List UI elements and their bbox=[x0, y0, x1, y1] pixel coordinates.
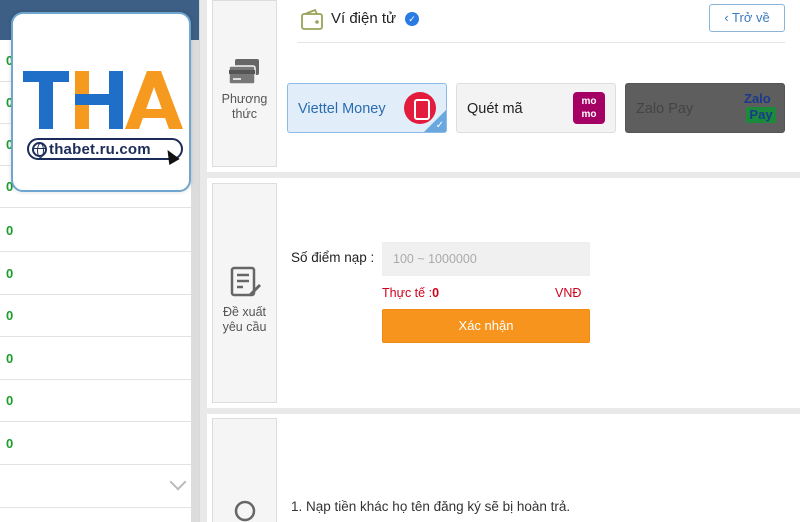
divider bbox=[297, 42, 785, 43]
chevron-down-icon[interactable] bbox=[169, 473, 187, 491]
check-icon: ✓ bbox=[435, 120, 444, 131]
section-label-text-1: Phương bbox=[221, 92, 268, 106]
list-item-value: 0 bbox=[6, 436, 14, 451]
list-item[interactable]: 0 bbox=[0, 295, 192, 337]
payment-method-panel: Phương thức Ví điện tử ✓ ‹ Trở về Viette… bbox=[207, 0, 800, 172]
section-label-text-1: Đề xuất bbox=[222, 305, 267, 319]
verified-check-icon: ✓ bbox=[405, 12, 419, 26]
back-button-label: Trở về bbox=[732, 10, 770, 25]
momo-icon: mo mo bbox=[573, 92, 605, 124]
list-item[interactable]: 0 bbox=[0, 423, 192, 465]
notes-panel: 1. Nạp tiền khác họ tên đăng ký sẽ bị ho… bbox=[207, 414, 800, 522]
actual-label: Thực tế : bbox=[382, 286, 433, 300]
chevron-left-icon: ‹ bbox=[724, 10, 733, 25]
section-label-text-2: yêu cầu bbox=[222, 320, 267, 334]
confirm-button[interactable]: Xác nhận bbox=[382, 309, 590, 343]
credit-card-icon bbox=[227, 59, 259, 85]
method-label: Zalo Pay bbox=[636, 101, 694, 117]
logo-url-badge: thabet.ru.com bbox=[27, 138, 183, 160]
section-label-text-2: thức bbox=[231, 107, 258, 121]
globe-icon bbox=[32, 142, 47, 158]
method-label: Viettel Money bbox=[298, 101, 386, 117]
list-item[interactable]: 0 bbox=[0, 380, 192, 422]
expand-row[interactable] bbox=[0, 466, 192, 508]
zalopay-icon: Zalo Pay bbox=[744, 91, 778, 125]
list-item-value: 0 bbox=[6, 223, 14, 238]
lightbulb-icon bbox=[234, 500, 255, 522]
method-zalo-pay[interactable]: Zalo Pay Zalo Pay bbox=[625, 83, 785, 133]
points-label: Số điểm nạp : bbox=[291, 250, 375, 265]
list-item[interactable]: 0 bbox=[0, 338, 192, 380]
back-button[interactable]: ‹ Trở về bbox=[709, 4, 785, 32]
sidebar-scrollbar[interactable] bbox=[191, 40, 199, 522]
list-item-value: 0 bbox=[6, 351, 14, 366]
method-quet-ma[interactable]: Quét mã mo mo bbox=[456, 83, 616, 133]
list-item-value: 0 bbox=[6, 266, 14, 281]
tha-logo-icon bbox=[23, 71, 183, 129]
logo-url-text: thabet.ru.com bbox=[49, 141, 151, 158]
request-panel: Đề xuất yêu cầu Số điểm nạp : 100 ~ 1000… bbox=[207, 178, 800, 408]
points-input[interactable]: 100 ~ 1000000 bbox=[382, 242, 590, 276]
actual-amount: Thực tế :0 bbox=[382, 286, 439, 300]
list-item[interactable]: 0 bbox=[0, 253, 192, 295]
list-item-value: 0 bbox=[6, 393, 14, 408]
list-item[interactable]: 0 bbox=[0, 210, 192, 252]
method-label: Quét mã bbox=[467, 101, 523, 117]
wallet-title: Ví điện tử bbox=[331, 10, 397, 27]
brand-logo: thabet.ru.com bbox=[11, 12, 191, 192]
actual-value: 0 bbox=[432, 286, 440, 300]
list-item-value: 0 bbox=[6, 308, 14, 323]
section-label-request: Đề xuất yêu cầu bbox=[212, 183, 277, 403]
method-viettel-money[interactable]: Viettel Money ✓ bbox=[287, 83, 447, 133]
wallet-icon bbox=[301, 8, 323, 30]
edit-form-icon bbox=[230, 266, 261, 297]
section-label-notes bbox=[212, 418, 277, 522]
note-item: 1. Nạp tiền khác họ tên đăng ký sẽ bị ho… bbox=[291, 499, 571, 514]
currency-label: VNĐ bbox=[555, 286, 582, 300]
section-label-payment: Phương thức bbox=[212, 0, 277, 167]
